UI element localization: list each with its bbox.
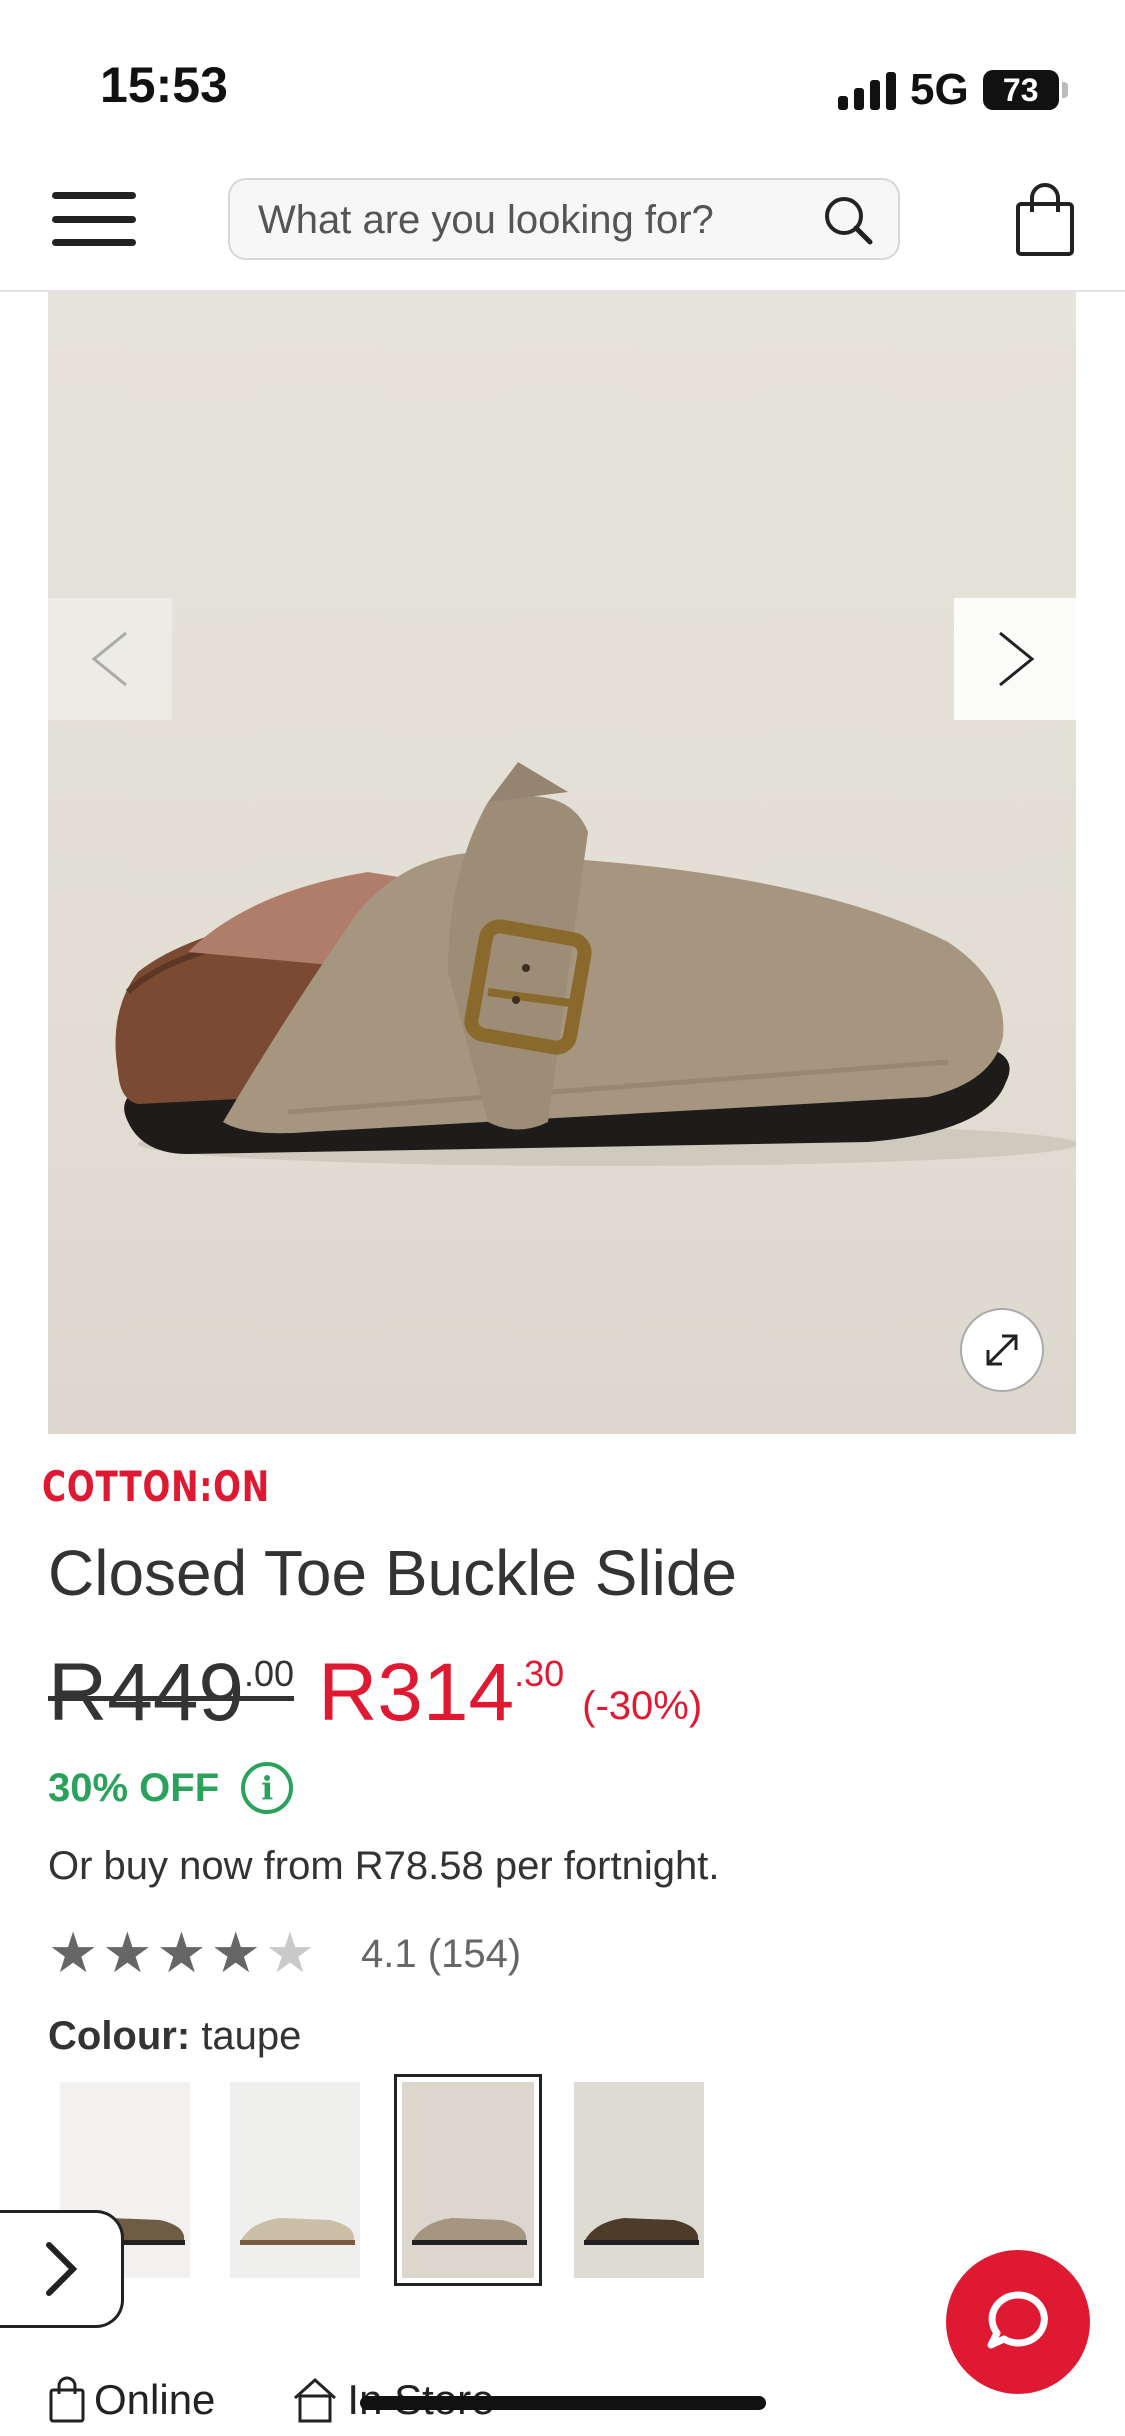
status-indicators: 5G 73 [838,60,1068,120]
discount-percentage: (-30%) [582,1684,703,1728]
battery-icon: 73 [982,70,1068,110]
star-icon: ★ [210,1921,261,1986]
hamburger-icon [52,192,136,199]
search-box[interactable] [228,178,900,260]
chevron-left-icon [91,631,127,687]
product-image[interactable] [48,292,1078,1434]
tab-label: Online [94,2376,216,2423]
shopping-bag-icon[interactable] [1014,182,1076,258]
price-row: R449.00 R314.30 (-30%) [48,1652,702,1734]
menu-button[interactable] [52,184,136,254]
fulfilment-tabs: Online In Store [48,2364,648,2424]
signal-icon [838,70,896,110]
finance-text: Or buy now from R78.58 per fortnight. [48,1844,720,1888]
rating-row[interactable]: ★ ★ ★ ★ ★ 4.1 (154) [48,1926,521,1982]
colour-value: taupe [201,2014,302,2058]
rating-value: 4.1 (154) [361,1931,522,1976]
promo-label: 30% OFF [48,1765,220,1810]
colour-label: Colour: [48,2014,191,2058]
search-icon[interactable] [820,192,876,248]
shoe-thumbnail [240,2218,355,2245]
star-icon: ★ [48,1921,99,1986]
tab-in-store[interactable]: In Store [291,2364,495,2424]
store-icon [294,2377,337,2423]
expand-side-panel-button[interactable] [0,2210,124,2328]
chat-icon [987,2291,1048,2349]
tab-online[interactable]: Online [48,2364,215,2424]
status-time: 15:53 [100,57,228,113]
star-rating: ★ ★ ★ ★ ★ [48,1926,315,1982]
battery-level: 73 [1002,71,1039,108]
expand-image-button[interactable] [960,1308,1044,1392]
shoe-thumbnail [412,2218,527,2245]
promo-row: 30% OFF i [48,1762,294,1814]
previous-image-button[interactable] [48,598,172,720]
colour-row: Colour: taupe [48,2014,301,2059]
colour-swatch-cream[interactable] [230,2082,360,2278]
bag-icon [49,2376,85,2423]
search-input[interactable] [256,180,800,260]
next-image-button[interactable] [954,598,1078,720]
original-price: R449.00 [48,1647,295,1738]
expand-icon [986,1334,1018,1366]
clog-shoe-image [115,762,1078,1166]
shoe-thumbnail [584,2218,699,2245]
chevron-right-icon [999,631,1035,687]
colour-swatch-brown[interactable] [574,2082,704,2278]
info-icon[interactable]: i [241,1762,294,1814]
product-title: Closed Toe Buckle Slide [48,1537,737,1609]
chevron-right-icon [45,2242,77,2296]
star-icon: ★ [102,1921,153,1986]
colour-swatch-taupe[interactable] [402,2082,534,2278]
chat-button[interactable] [946,2250,1090,2394]
star-icon: ★ [264,1921,316,1986]
home-indicator [360,2396,766,2410]
star-icon: ★ [156,1921,207,1986]
brand-logo[interactable]: COTTON:ON [42,1462,270,1511]
sale-price: R314.30 [318,1647,565,1738]
header [0,160,1125,292]
network-type: 5G [910,65,969,114]
